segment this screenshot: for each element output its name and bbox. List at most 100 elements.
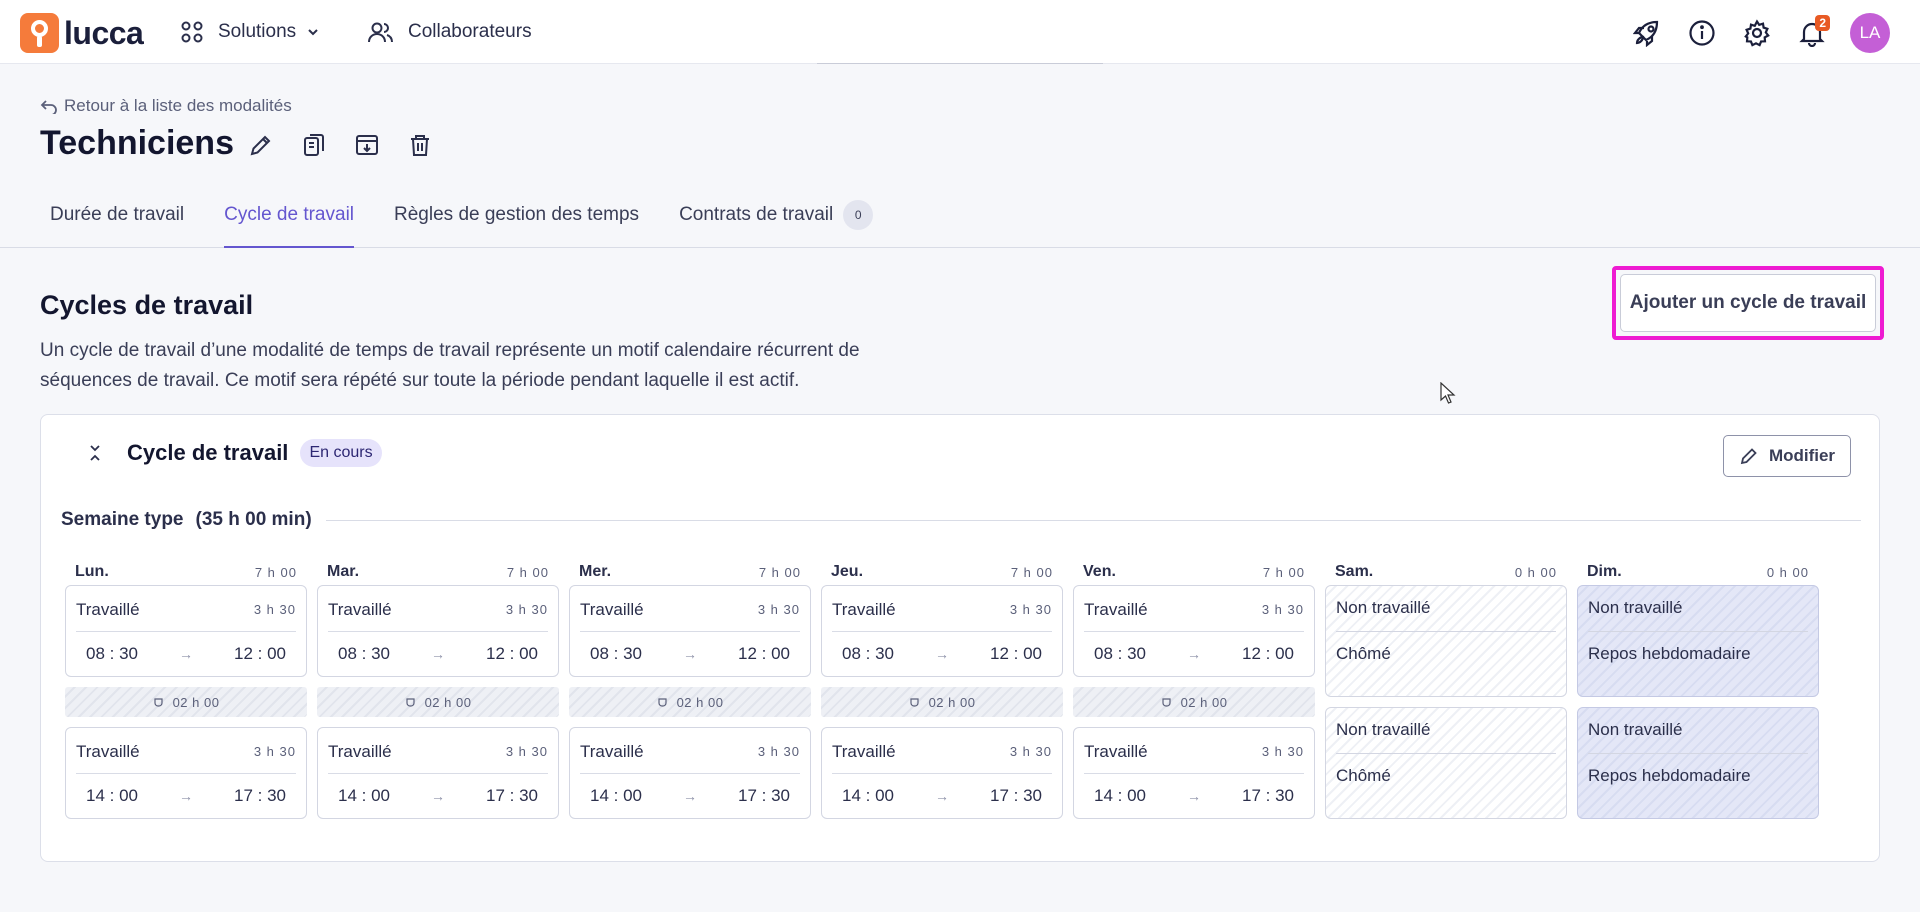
break-duration: 02 h 00 (172, 694, 220, 710)
work-sequence[interactable]: Travaillé 3 h 30 14 : 00 → 17 : 30 (317, 727, 559, 819)
day-column-jeu: Jeu. 7 h 00 Travaillé 3 h 30 08 : 30 → 12 : 0… (821, 559, 1063, 819)
pencil-icon[interactable] (244, 128, 277, 161)
section-title: Cycles de travail (40, 290, 254, 320)
work-sequence[interactable]: Travaillé 3 h 30 08 : 30 → 12 : 00 (569, 585, 811, 677)
day-hours: 7 h 00 (1262, 564, 1305, 580)
nav-solutions[interactable]: Solutions (180, 20, 320, 44)
work-sequence[interactable]: Travaillé 3 h 30 08 : 30 → 12 : 00 (65, 585, 307, 677)
off-sequence[interactable]: Non travaillé Chômé (1325, 585, 1567, 697)
sequence-label: Travaillé (328, 741, 392, 761)
day-column-lun: Lun. 7 h 00 Travaillé 3 h 30 08 : 30 → 12 : 0… (65, 559, 307, 819)
back-link[interactable]: Retour à la liste des modalités (40, 96, 292, 116)
tab-duree[interactable]: Durée de travail (40, 194, 194, 248)
end-time: 12 : 00 (234, 644, 286, 663)
top-bar: lucca Solutions Collaborateurs 2 LA (0, 0, 1920, 64)
start-time: 08 : 30 (86, 644, 138, 663)
tab-regles[interactable]: Règles de gestion des temps (384, 194, 649, 248)
rest-sequence[interactable]: Non travaillé Repos hebdomadaire (1577, 707, 1819, 819)
sequence-label: Travaillé (1084, 741, 1148, 761)
gear-icon[interactable] (1740, 17, 1773, 50)
work-sequence[interactable]: Travaillé 3 h 30 14 : 00 → 17 : 30 (1073, 727, 1315, 819)
end-time: 12 : 00 (1242, 644, 1294, 663)
start-time: 14 : 00 (842, 786, 894, 805)
work-sequence[interactable]: Travaillé 3 h 30 08 : 30 → 12 : 00 (821, 585, 1063, 677)
sequence-duration: 3 h 30 (253, 744, 296, 759)
edit-button[interactable]: Modifier (1723, 435, 1851, 477)
archive-icon[interactable] (350, 128, 383, 161)
day-hours: 0 h 00 (1766, 564, 1809, 580)
work-sequence[interactable]: Travaillé 3 h 30 08 : 30 → 12 : 00 (1073, 585, 1315, 677)
off-label: Non travaillé (1336, 718, 1556, 754)
back-link-label: Retour à la liste des modalités (64, 96, 292, 115)
coffee-icon (405, 698, 415, 707)
off-label: Non travaillé (1588, 718, 1808, 754)
grid-icon (181, 21, 203, 43)
week-title: Semaine type (61, 509, 184, 530)
off-type: Chômé (1336, 766, 1391, 785)
sequence-duration: 3 h 30 (1261, 744, 1304, 759)
day-name: Lun. (75, 563, 109, 580)
end-time: 12 : 00 (990, 644, 1042, 663)
lucca-logo[interactable]: lucca (20, 13, 144, 53)
users-icon (368, 22, 393, 43)
break-bar: 02 h 00 (569, 687, 811, 717)
day-name: Mer. (579, 563, 612, 580)
day-column-mer: Mer. 7 h 00 Travaillé 3 h 30 08 : 30 → 12 : 0… (569, 559, 811, 819)
sequence-label: Travaillé (76, 599, 140, 619)
day-hours: 7 h 00 (506, 564, 549, 580)
sequence-label: Travaillé (1084, 599, 1148, 619)
arrow-right-icon: → (1187, 646, 1201, 662)
tab-cycle[interactable]: Cycle de travail (214, 194, 364, 248)
day-column-ven: Ven. 7 h 00 Travaillé 3 h 30 08 : 30 → 12 : 0… (1073, 559, 1315, 819)
arrow-right-icon: → (935, 646, 949, 662)
sequence-duration: 3 h 30 (757, 602, 800, 617)
week-total: (35 h 00 min) (195, 509, 312, 530)
arrow-right-icon: → (431, 788, 445, 804)
tab-contrats[interactable]: Contrats de travail 0 (669, 194, 883, 248)
break-duration: 02 h 00 (424, 694, 472, 710)
day-header: Jeu. 7 h 00 (821, 559, 1063, 585)
break-duration: 02 h 00 (928, 694, 976, 710)
arrow-right-icon: → (179, 646, 193, 662)
day-hours: 7 h 00 (254, 564, 297, 580)
add-cycle-button[interactable]: Ajouter un cycle de travail (1620, 274, 1876, 332)
break-duration: 02 h 00 (676, 694, 724, 710)
work-sequence[interactable]: Travaillé 3 h 30 08 : 30 → 12 : 00 (317, 585, 559, 677)
end-time: 17 : 30 (1242, 786, 1294, 805)
work-sequence[interactable]: Travaillé 3 h 30 14 : 00 → 17 : 30 (569, 727, 811, 819)
rocket-icon[interactable] (1630, 17, 1663, 50)
avatar[interactable]: LA (1850, 13, 1890, 53)
collapse-icon[interactable] (81, 439, 109, 467)
sequence-label: Travaillé (832, 741, 896, 761)
off-sequence[interactable]: Non travaillé Chômé (1325, 707, 1567, 819)
break-bar: 02 h 00 (65, 687, 307, 717)
bell-icon[interactable]: 2 (1795, 14, 1830, 50)
start-time: 08 : 30 (842, 644, 894, 663)
trash-icon[interactable] (403, 128, 436, 161)
rest-sequence[interactable]: Non travaillé Repos hebdomadaire (1577, 585, 1819, 697)
tab-regles-label: Règles de gestion des temps (394, 204, 640, 225)
arrow-right-icon: → (683, 788, 697, 804)
tab-count-badge: 0 (843, 200, 874, 230)
start-time: 14 : 00 (86, 786, 138, 805)
end-time: 17 : 30 (486, 786, 538, 805)
work-sequence[interactable]: Travaillé 3 h 30 14 : 00 → 17 : 30 (821, 727, 1063, 819)
copy-icon[interactable] (297, 128, 330, 161)
nav-solutions-label: Solutions (218, 21, 297, 42)
sequence-label: Travaillé (580, 741, 644, 761)
edit-button-label: Modifier (1768, 446, 1836, 465)
add-cycle-button-highlight: Ajouter un cycle de travail (1612, 266, 1884, 340)
sequence-label: Travaillé (328, 599, 392, 619)
off-type: Repos hebdomadaire (1588, 766, 1751, 785)
info-icon[interactable] (1685, 17, 1718, 50)
end-time: 17 : 30 (990, 786, 1042, 805)
start-time: 08 : 30 (1094, 644, 1146, 663)
sequence-duration: 3 h 30 (757, 744, 800, 759)
work-sequence[interactable]: Travaillé 3 h 30 14 : 00 → 17 : 30 (65, 727, 307, 819)
day-hours: 0 h 00 (1514, 564, 1557, 580)
cycle-card-header: Cycle de travail En cours (81, 439, 382, 467)
tab-cycle-label: Cycle de travail (224, 204, 355, 225)
divider (325, 519, 1861, 521)
day-column-dim: Dim. 0 h 00 Non travaillé Repos hebdomadai… (1577, 559, 1819, 819)
nav-collaborateurs[interactable]: Collaborateurs (368, 20, 532, 44)
